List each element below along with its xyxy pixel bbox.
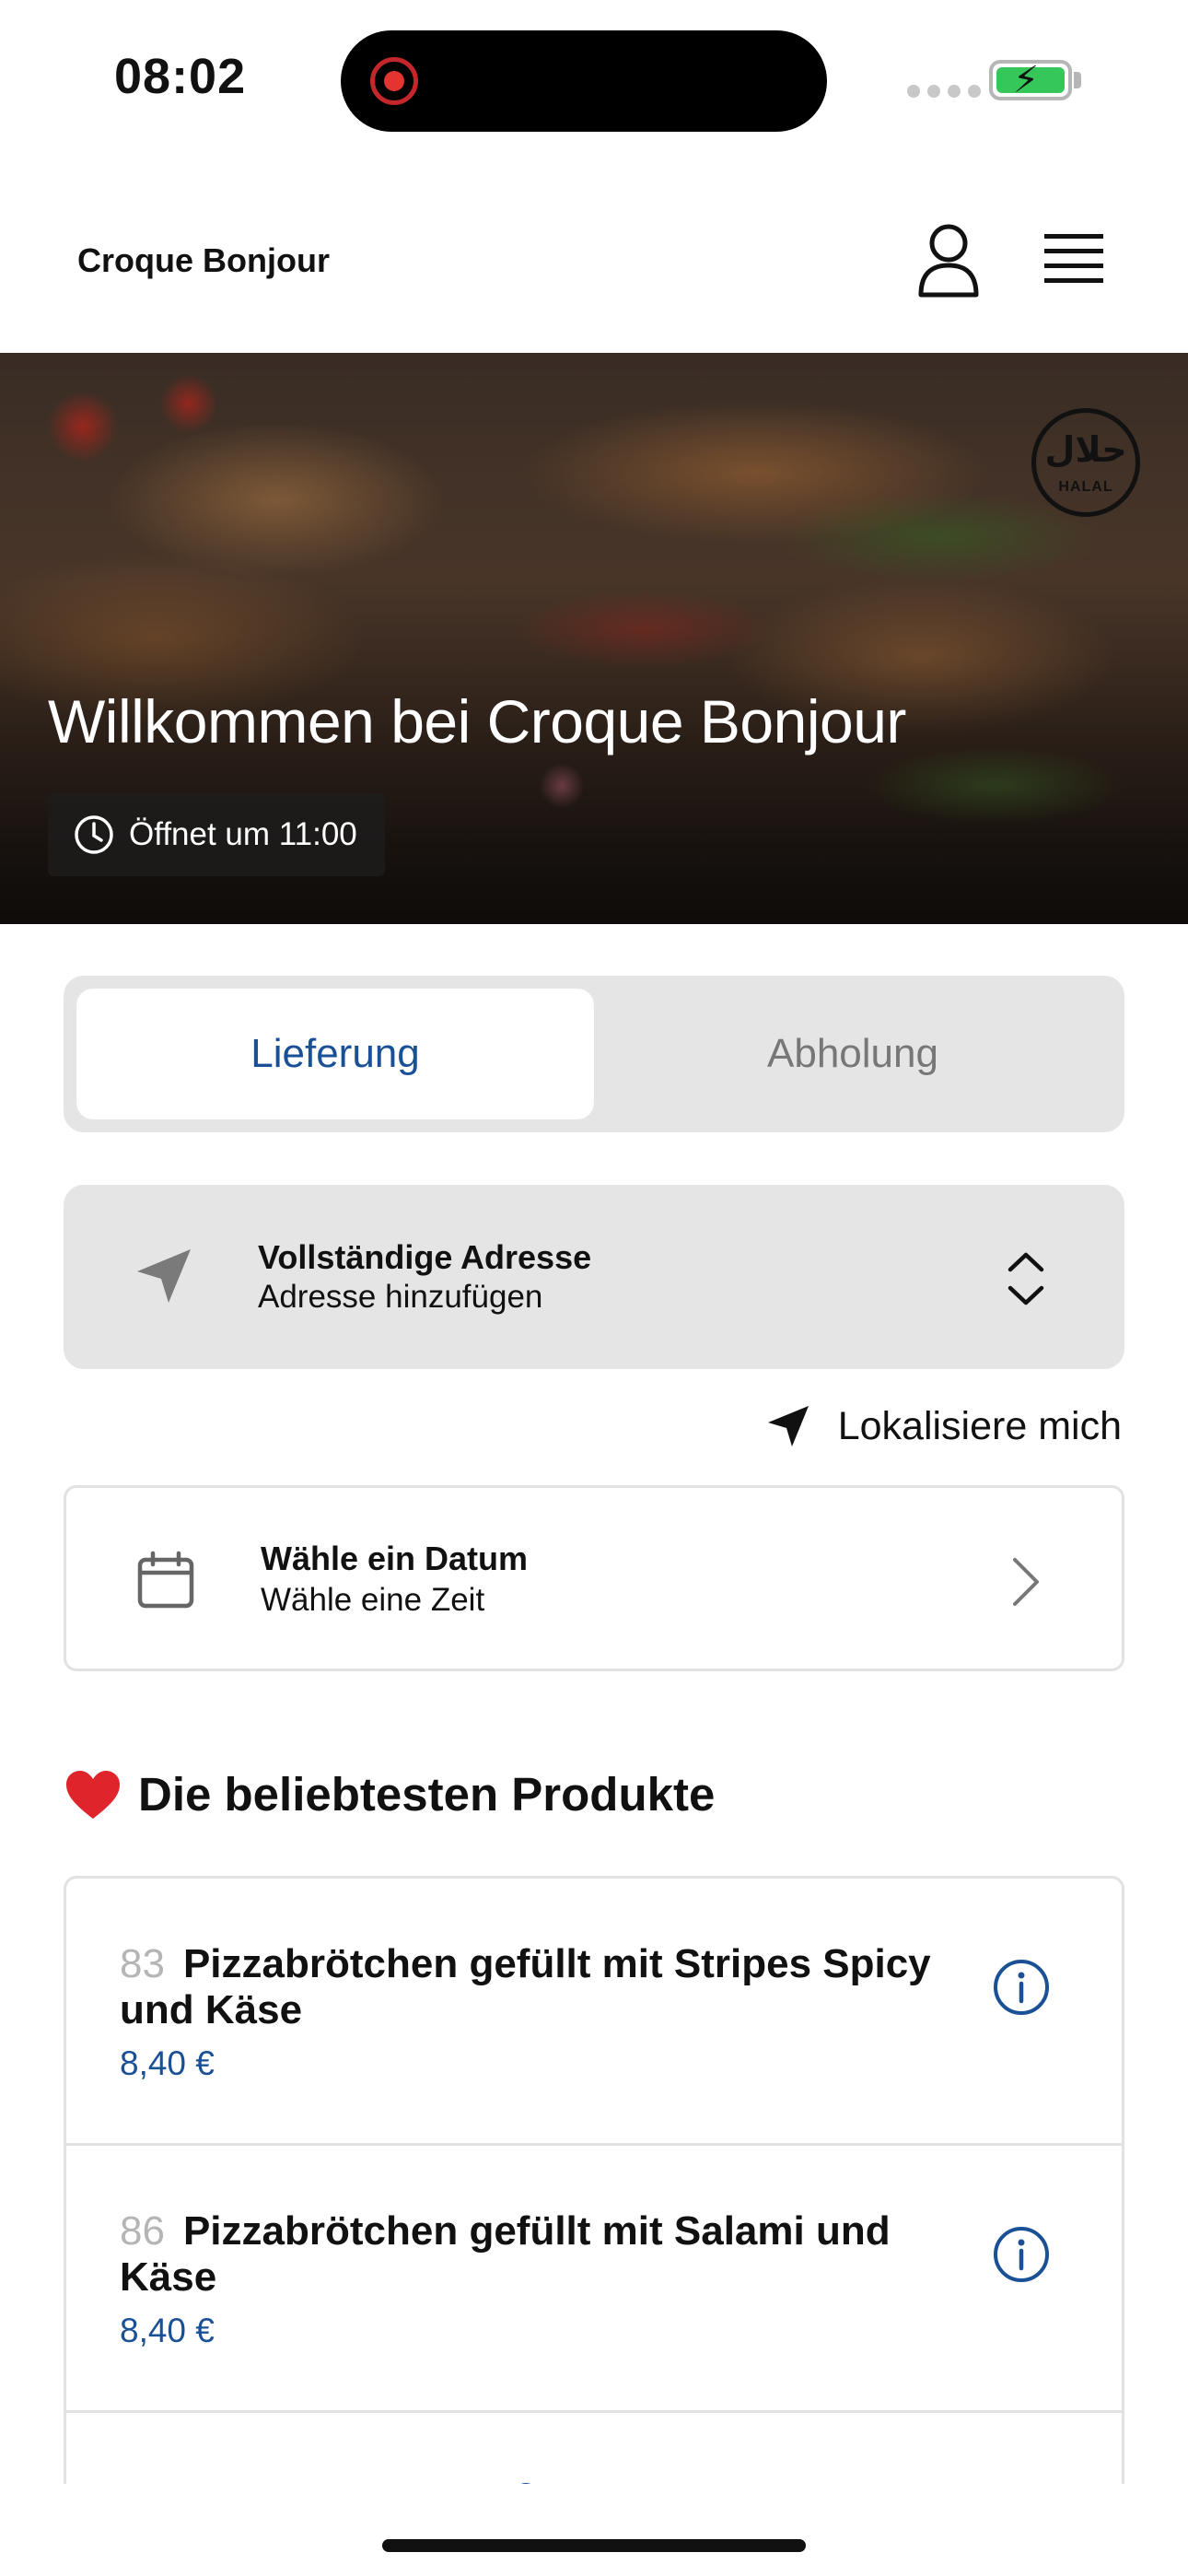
opening-hours-text: Öffnet um 11:00	[129, 816, 357, 852]
date-time-selector[interactable]: Wähle ein Datum Wähle eine Zeit	[64, 1485, 1124, 1671]
tab-delivery[interactable]: Lieferung	[76, 989, 594, 1119]
cellular-signal-icon	[907, 85, 981, 98]
list-item[interactable]	[66, 2413, 1122, 2484]
hero-title: Willkommen bei Croque Bonjour	[48, 687, 906, 755]
calendar-icon	[137, 1551, 194, 1609]
order-mode-toggle: Lieferung Abholung	[64, 976, 1124, 1132]
battery-icon: ⚡	[989, 60, 1072, 100]
time-subtitle: Wähle eine Zeit	[261, 1582, 485, 1618]
battery-cap	[1074, 72, 1081, 88]
menu-icon[interactable]	[1044, 232, 1103, 286]
dynamic-island	[341, 30, 827, 132]
halal-badge-logo: حلال HALAL	[1031, 408, 1140, 517]
heart-icon	[66, 1770, 120, 1819]
product-number: 83	[120, 1941, 165, 1986]
product-name: Pizzabrötchen gefüllt mit Salami und Käs…	[120, 2208, 891, 2300]
halal-arabic-text: حلال	[1044, 429, 1127, 470]
hero-banner: حلال HALAL Willkommen bei Croque Bonjour…	[0, 353, 1188, 924]
status-time: 08:02	[114, 49, 247, 104]
opening-hours-chip: Öffnet um 11:00	[48, 793, 385, 876]
popular-products-title: Die beliebtesten Produkte	[138, 1768, 716, 1821]
product-name: Pizzabrötchen gefüllt mit Stripes Spicy …	[120, 1941, 931, 2032]
clock-icon	[75, 815, 113, 854]
address-selector[interactable]: Vollständige Adresse Adresse hinzufügen	[64, 1185, 1124, 1369]
app-header: Croque Bonjour	[0, 175, 1188, 350]
list-item[interactable]: 83 Pizzabrötchen gefüllt mit Stripes Spic…	[66, 1879, 1122, 2146]
info-icon	[512, 2483, 540, 2484]
product-title: 83 Pizzabrötchen gefüllt mit Stripes Spic…	[120, 1941, 967, 2033]
address-subtitle: Adresse hinzufügen	[258, 1279, 543, 1315]
chevron-up-down-icon	[1007, 1252, 1044, 1306]
product-number: 86	[120, 2208, 165, 2254]
address-title: Vollständige Adresse	[258, 1238, 592, 1276]
date-title: Wähle ein Datum	[261, 1540, 529, 1577]
tab-pickup[interactable]: Abholung	[594, 989, 1112, 1119]
product-price: 8,40 €	[120, 2312, 215, 2349]
home-indicator[interactable]	[382, 2539, 806, 2552]
info-icon[interactable]	[992, 1958, 1051, 2017]
location-arrow-icon	[767, 1406, 809, 1446]
popular-products-heading: Die beliebtesten Produkte	[64, 1767, 715, 1821]
product-title: 86 Pizzabrötchen gefüllt mit Salami und K…	[120, 2208, 967, 2301]
product-price: 8,40 €	[120, 2044, 215, 2082]
brand-name[interactable]: Croque Bonjour	[77, 241, 330, 280]
halal-label: HALAL	[1058, 479, 1113, 495]
chevron-right-icon	[1013, 1558, 1039, 1606]
locate-me-button[interactable]: Lokalisiere mich	[766, 1399, 1122, 1454]
list-item[interactable]: 86 Pizzabrötchen gefüllt mit Salami und K…	[66, 2146, 1122, 2413]
recording-indicator-icon	[370, 57, 418, 105]
product-list: 83 Pizzabrötchen gefüllt mit Stripes Spic…	[64, 1876, 1124, 2484]
user-icon[interactable]	[917, 223, 980, 299]
locate-me-label: Lokalisiere mich	[837, 1403, 1122, 1448]
location-arrow-icon	[137, 1249, 191, 1303]
info-icon[interactable]	[992, 2225, 1051, 2284]
status-bar: 08:02 ⚡	[0, 0, 1188, 157]
